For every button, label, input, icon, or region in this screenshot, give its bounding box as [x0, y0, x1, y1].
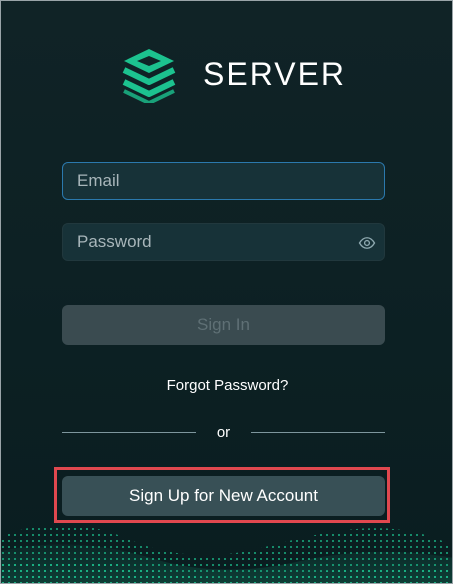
- password-field[interactable]: [62, 223, 385, 261]
- email-field[interactable]: [62, 162, 385, 200]
- or-divider: or: [62, 424, 385, 442]
- forgot-password-link[interactable]: Forgot Password?: [1, 377, 452, 394]
- brand-logo: SERVER: [121, 45, 346, 103]
- show-password-icon[interactable]: [358, 234, 376, 252]
- login-window: SERVER Sign In Forgot Password? or Sign …: [0, 0, 453, 584]
- wave-dots-decoration: [1, 524, 452, 583]
- server-stack-icon: [122, 49, 176, 103]
- sign-in-button[interactable]: Sign In: [62, 305, 385, 345]
- divider-label: or: [216, 424, 231, 441]
- divider-line-right: [251, 432, 385, 433]
- email-input[interactable]: [75, 170, 372, 192]
- brand-name: SERVER: [203, 56, 347, 92]
- password-input[interactable]: [75, 231, 346, 253]
